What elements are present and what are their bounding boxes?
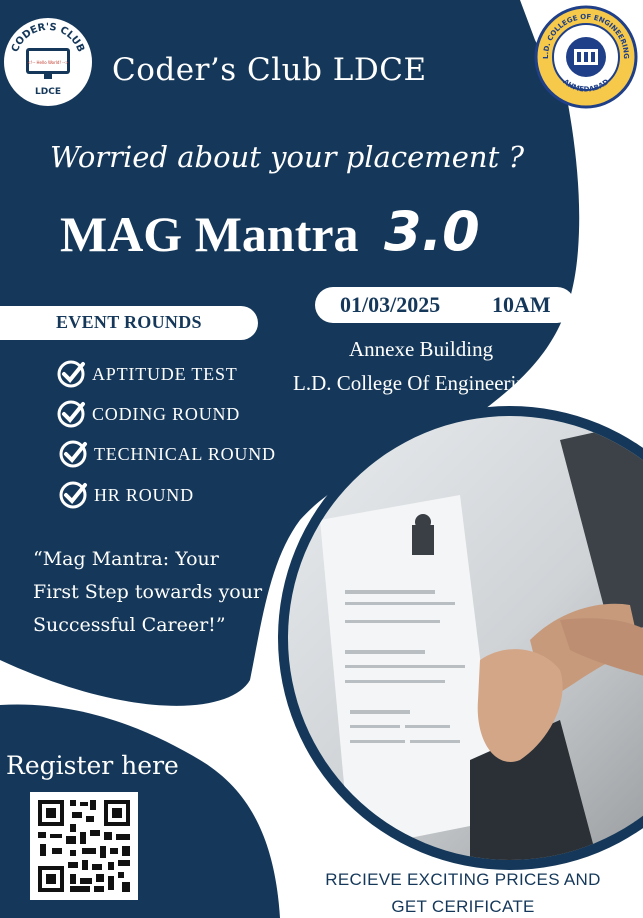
event-version: 3.0 bbox=[384, 200, 480, 263]
svg-text:LDCE: LDCE bbox=[35, 87, 61, 97]
register-label: Register here bbox=[6, 751, 179, 780]
event-name: MAG Mantra bbox=[60, 206, 359, 262]
round-label: TECHNICAL ROUND bbox=[94, 443, 276, 464]
ldce-college-logo: L.D. COLLEGE OF ENGINEERING AHMEDABAD bbox=[542, 13, 630, 94]
round-item-aptitude: APTITUDE TEST bbox=[56, 359, 238, 389]
event-time: 10AM bbox=[492, 292, 551, 317]
poster: CODER'S CLUB <!-- Hello World! --> LDCE … bbox=[0, 0, 643, 918]
venue-building: Annexe Building bbox=[349, 337, 494, 361]
check-circle-icon bbox=[57, 400, 85, 428]
rounds-heading: EVENT ROUNDS bbox=[56, 312, 202, 332]
round-label: CODING ROUND bbox=[92, 403, 241, 424]
prizes-line-2: GET CERIFICATE bbox=[391, 897, 535, 916]
event-date: 01/03/2025 bbox=[340, 292, 441, 317]
svg-text:AHMEDABAD: AHMEDABAD bbox=[561, 78, 610, 94]
event-quote: “Mag Mantra: Your First Step towards you… bbox=[33, 548, 263, 636]
round-item-hr: HR ROUND bbox=[58, 480, 194, 510]
coders-club-logo: CODER'S CLUB <!-- Hello World! --> LDCE bbox=[10, 22, 86, 97]
round-label: HR ROUND bbox=[94, 484, 194, 505]
check-circle-icon bbox=[59, 440, 87, 468]
round-item-coding: CODING ROUND bbox=[56, 399, 240, 429]
prizes-line-1: RECIEVE EXCITING PRICES AND bbox=[325, 870, 601, 889]
qr-code-icon[interactable] bbox=[30, 792, 138, 900]
round-item-technical: TECHNICAL ROUND bbox=[58, 439, 276, 469]
club-name: Coder’s Club LDCE bbox=[112, 52, 427, 88]
tagline: Worried about your placement ? bbox=[50, 140, 524, 174]
check-circle-icon bbox=[57, 360, 85, 388]
venue-college: L.D. College Of Engineering bbox=[293, 371, 538, 395]
qr-code-box[interactable] bbox=[30, 792, 138, 900]
svg-text:<!-- Hello World! -->: <!-- Hello World! --> bbox=[27, 60, 68, 65]
prizes-note: RECIEVE EXCITING PRICES AND GET CERIFICA… bbox=[318, 866, 608, 918]
round-label: APTITUDE TEST bbox=[92, 363, 238, 384]
check-circle-icon bbox=[59, 481, 87, 509]
